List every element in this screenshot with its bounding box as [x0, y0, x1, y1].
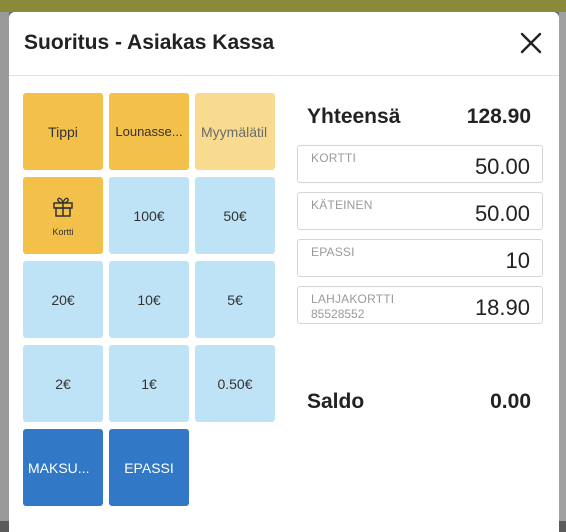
amount-2-button[interactable]: 2€ — [23, 345, 103, 422]
payment-field-kateinen[interactable]: KÄTEINEN 50.00 — [297, 192, 543, 230]
store-account-button[interactable]: Myymälätil — [195, 93, 275, 170]
payment-field-kortti[interactable]: KORTTI 50.00 — [297, 145, 543, 183]
close-icon[interactable] — [517, 29, 545, 57]
amount-10-button[interactable]: 10€ — [109, 261, 189, 338]
balance-label: Saldo — [307, 390, 365, 413]
gift-card-button[interactable]: Kortti — [23, 177, 103, 254]
dialog-header: Suoritus - Asiakas Kassa — [9, 12, 559, 76]
payment-field-epassi[interactable]: EPASSI 10 — [297, 239, 543, 277]
amount-5-button[interactable]: 5€ — [195, 261, 275, 338]
total-label: Yhteensä — [307, 105, 401, 128]
dialog-title: Suoritus - Asiakas Kassa — [24, 31, 275, 54]
payment-value: 50.00 — [474, 154, 530, 179]
amount-1-button[interactable]: 1€ — [109, 345, 189, 422]
maksu-button[interactable]: MAKSU... — [23, 429, 103, 506]
payment-label: KORTTI — [311, 151, 356, 165]
payment-label: KÄTEINEN — [311, 198, 373, 212]
balance-value: 0.00 — [490, 390, 531, 413]
gift-icon — [51, 194, 75, 221]
amount-100-button[interactable]: 100€ — [109, 177, 189, 254]
lunch-voucher-button[interactable]: Lounasse... — [109, 93, 189, 170]
gift-card-number: 85528552 — [311, 307, 365, 321]
gift-card-label: Kortti — [52, 227, 74, 237]
total-value: 128.90 — [466, 105, 531, 128]
tip-button[interactable]: Tippi — [23, 93, 103, 170]
epassi-button[interactable]: EPASSI — [109, 429, 189, 506]
payment-label: EPASSI — [311, 245, 355, 259]
amount-050-button[interactable]: 0.50€ — [195, 345, 275, 422]
background-left-edge — [0, 12, 9, 521]
payment-dialog: Suoritus - Asiakas Kassa Tippi Lounasse.… — [9, 12, 559, 532]
payment-value: 10 — [505, 248, 530, 273]
payment-label: LAHJAKORTTI — [311, 292, 395, 306]
payment-field-lahjakortti[interactable]: LAHJAKORTTI 85528552 18.90 — [297, 286, 543, 324]
background-toolbar — [0, 0, 566, 12]
background-right-edge — [559, 12, 566, 521]
amount-20-button[interactable]: 20€ — [23, 261, 103, 338]
amount-50-button[interactable]: 50€ — [195, 177, 275, 254]
payment-value: 18.90 — [474, 295, 530, 320]
payment-value: 50.00 — [474, 201, 530, 226]
